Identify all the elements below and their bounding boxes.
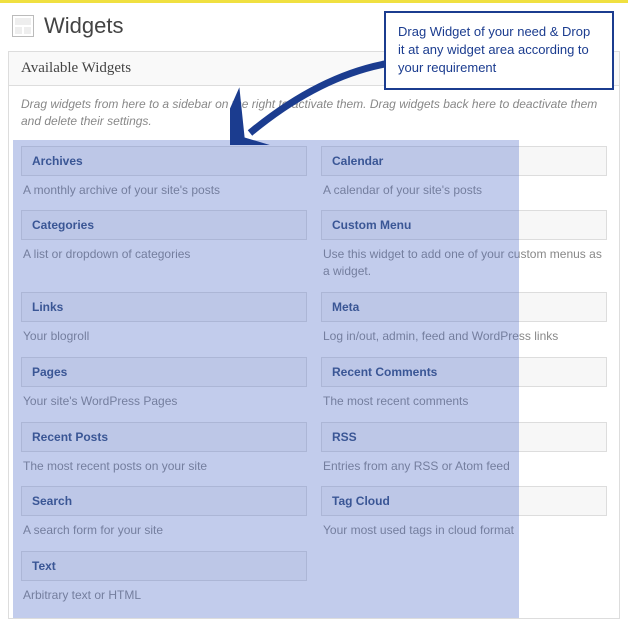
widget-title[interactable]: Recent Comments: [321, 357, 607, 387]
callout-text: Drag Widget of your need & Drop it at an…: [398, 24, 590, 75]
widget-recent-comments[interactable]: Recent Comments The most recent comments: [321, 357, 607, 412]
widget-desc: A list or dropdown of categories: [21, 240, 307, 265]
widget-desc: Your blogroll: [21, 322, 307, 347]
widget-pages[interactable]: Pages Your site's WordPress Pages: [21, 357, 307, 412]
widget-title[interactable]: Recent Posts: [21, 422, 307, 452]
widget-calendar[interactable]: Calendar A calendar of your site's posts: [321, 146, 607, 201]
widget-desc: Log in/out, admin, feed and WordPress li…: [321, 322, 607, 347]
widget-title[interactable]: Calendar: [321, 146, 607, 176]
widget-title[interactable]: RSS: [321, 422, 607, 452]
widget-desc: The most recent comments: [321, 387, 607, 412]
panel-instructions: Drag widgets from here to a sidebar on t…: [9, 86, 619, 140]
widget-meta[interactable]: Meta Log in/out, admin, feed and WordPre…: [321, 292, 607, 347]
widget-desc: A calendar of your site's posts: [321, 176, 607, 201]
widget-title[interactable]: Text: [21, 551, 307, 581]
widget-title[interactable]: Custom Menu: [321, 210, 607, 240]
widgets-grid: Archives A monthly archive of your site'…: [9, 140, 619, 618]
widget-categories[interactable]: Categories A list or dropdown of categor…: [21, 210, 307, 282]
widget-tag-cloud[interactable]: Tag Cloud Your most used tags in cloud f…: [321, 486, 607, 541]
widget-desc: A search form for your site: [21, 516, 307, 541]
widget-rss[interactable]: RSS Entries from any RSS or Atom feed: [321, 422, 607, 477]
widget-desc: Arbitrary text or HTML: [21, 581, 307, 606]
widget-desc: Your most used tags in cloud format: [321, 516, 607, 541]
widgets-icon: [12, 15, 34, 37]
annotation-callout: Drag Widget of your need & Drop it at an…: [384, 11, 614, 90]
widget-title[interactable]: Tag Cloud: [321, 486, 607, 516]
widget-title[interactable]: Categories: [21, 210, 307, 240]
widget-desc: Your site's WordPress Pages: [21, 387, 307, 412]
widget-custom-menu[interactable]: Custom Menu Use this widget to add one o…: [321, 210, 607, 282]
widget-desc: Entries from any RSS or Atom feed: [321, 452, 607, 477]
widget-desc: A monthly archive of your site's posts: [21, 176, 307, 201]
widget-desc: Use this widget to add one of your custo…: [321, 240, 607, 282]
available-widgets-panel: Available Widgets Drag widgets from here…: [8, 51, 620, 619]
widget-title[interactable]: Links: [21, 292, 307, 322]
page-title: Widgets: [44, 13, 123, 39]
widget-title[interactable]: Meta: [321, 292, 607, 322]
widget-archives[interactable]: Archives A monthly archive of your site'…: [21, 146, 307, 201]
widget-desc: The most recent posts on your site: [21, 452, 307, 477]
widget-title[interactable]: Pages: [21, 357, 307, 387]
widget-title[interactable]: Search: [21, 486, 307, 516]
widget-recent-posts[interactable]: Recent Posts The most recent posts on yo…: [21, 422, 307, 477]
widget-links[interactable]: Links Your blogroll: [21, 292, 307, 347]
widget-search[interactable]: Search A search form for your site: [21, 486, 307, 541]
widget-text[interactable]: Text Arbitrary text or HTML: [21, 551, 307, 606]
widget-title[interactable]: Archives: [21, 146, 307, 176]
